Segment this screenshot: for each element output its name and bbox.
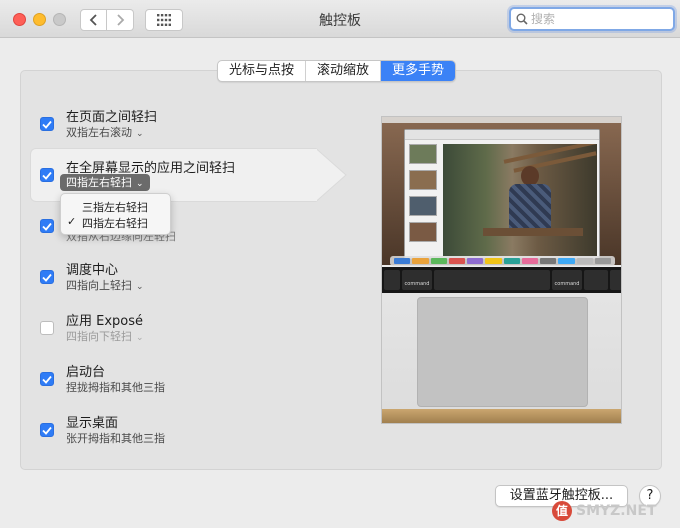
preview-menu-bar	[382, 117, 621, 123]
thumbnail	[409, 222, 437, 242]
search-icon	[516, 13, 528, 25]
title-bar: 触控板	[0, 0, 680, 38]
site-watermark: 值 SMYZ.NET	[552, 500, 656, 522]
checkmark-icon	[42, 273, 52, 282]
preview-key	[610, 270, 621, 290]
preview-command-key: command	[552, 270, 582, 290]
tab-more-gestures[interactable]: 更多手势	[381, 61, 456, 81]
preview-command-key: command	[402, 270, 432, 290]
gesture-title: 显示桌面	[66, 416, 119, 431]
gesture-option-dropdown[interactable]: 四指向下轻扫 ⌄	[66, 328, 144, 344]
thumbnail	[409, 170, 437, 190]
fullscreen-apps-checkbox[interactable]	[40, 168, 54, 182]
gesture-option-value: 双指左右滚动	[66, 126, 132, 139]
gesture-options-menu: 三指左右轻扫 ✓ 四指左右轻扫	[60, 193, 171, 235]
mission-control-checkbox[interactable]	[40, 270, 54, 284]
thumbnail	[409, 196, 437, 216]
preview-toolbar	[405, 130, 599, 140]
chevron-down-icon: ⌄	[136, 282, 144, 292]
checkmark-icon	[42, 222, 52, 231]
gesture-option-value: 张开拇指和其他三指	[66, 432, 165, 445]
chevron-down-icon: ⌄	[136, 179, 144, 189]
preview-keyboard-row: command command	[382, 267, 621, 293]
chevron-down-icon: ⌄	[136, 129, 144, 139]
preview-trackpad	[417, 297, 588, 407]
gesture-title: 启动台	[66, 365, 106, 380]
thumbnail	[409, 144, 437, 164]
preview-key	[384, 270, 400, 290]
person-head	[521, 166, 539, 186]
gesture-title: 应用 Exposé	[66, 314, 144, 329]
preview-dock	[390, 256, 615, 266]
tab-bar: 光标与点按 滚动缩放 更多手势	[217, 60, 457, 82]
tab-scroll-zoom[interactable]: 滚动缩放	[306, 61, 382, 81]
gesture-option-value: 四指左右轻扫	[66, 176, 132, 189]
row-pointer-arrow	[315, 148, 347, 202]
gesture-option-dropdown[interactable]: 四指向上轻扫 ⌄	[66, 277, 144, 293]
launchpad-checkbox[interactable]	[40, 372, 54, 386]
gesture-option-value: 四指向上轻扫	[66, 279, 132, 292]
gesture-option-value: 四指向下轻扫	[66, 330, 132, 343]
search-input[interactable]	[531, 12, 661, 26]
checkmark-icon	[42, 426, 52, 435]
app-expose-checkbox[interactable]	[40, 321, 54, 335]
preview-key	[584, 270, 608, 290]
gesture-option-popup-button[interactable]: 四指左右轻扫 ⌄	[60, 174, 150, 191]
preview-space-key	[434, 270, 550, 290]
search-field[interactable]	[509, 7, 675, 31]
preview-screen	[382, 117, 621, 266]
checkmark-icon	[42, 120, 52, 129]
checkmark-icon	[42, 171, 52, 180]
gesture-title: 调度中心	[66, 263, 119, 278]
preview-photo	[443, 144, 597, 256]
gesture-title: 在页面之间轻扫	[66, 110, 158, 125]
checkmark-icon	[42, 375, 52, 384]
gesture-option-value: 捏拢拇指和其他三指	[66, 381, 165, 394]
checkmark-icon: ✓	[67, 215, 77, 228]
swipe-pages-checkbox[interactable]	[40, 117, 54, 131]
preview-thumbnails	[409, 144, 437, 254]
watermark-badge: 值	[552, 501, 572, 521]
gesture-preview-video: command command	[381, 116, 622, 424]
watermark-text: SMYZ.NET	[576, 503, 657, 519]
gesture-option-dropdown[interactable]: 双指左右滚动 ⌄	[66, 124, 144, 140]
preview-photos-window	[404, 129, 600, 259]
bench	[483, 228, 583, 236]
menu-item-three-finger[interactable]: 三指左右轻扫	[82, 199, 148, 215]
chevron-down-icon: ⌄	[136, 333, 144, 343]
tab-point-click[interactable]: 光标与点按	[218, 61, 307, 81]
notification-center-checkbox[interactable]	[40, 219, 54, 233]
menu-item-four-finger[interactable]: 四指左右轻扫	[82, 215, 148, 231]
person-body	[509, 184, 551, 230]
preview-table	[382, 409, 621, 423]
show-desktop-checkbox[interactable]	[40, 423, 54, 437]
